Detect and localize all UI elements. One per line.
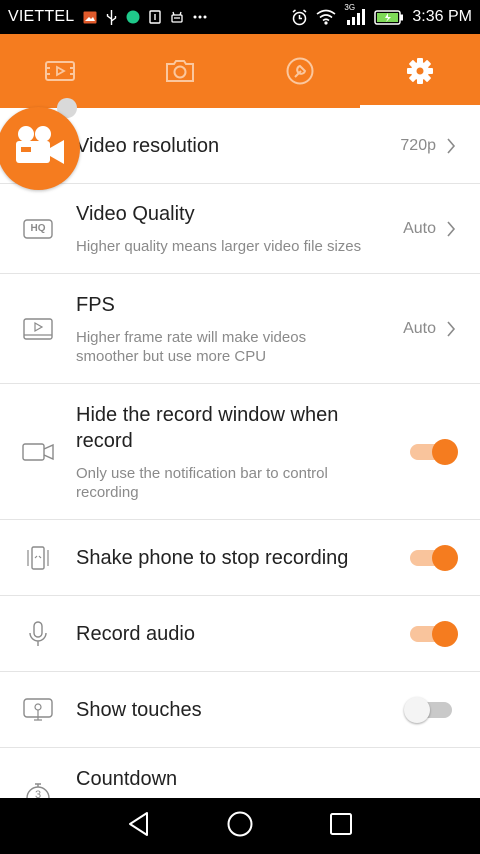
video-list-icon [44, 59, 76, 83]
hq-icon: HQ [22, 213, 54, 245]
setting-value: Auto [403, 220, 456, 238]
tools-icon [285, 56, 315, 86]
microphone-icon [22, 618, 54, 650]
back-icon[interactable] [127, 811, 151, 842]
setting-title: Shake phone to stop recording [76, 546, 349, 569]
more-icon [193, 15, 207, 19]
shake-toggle[interactable] [410, 544, 458, 571]
settings-tab[interactable] [360, 34, 480, 108]
setting-value: Auto [403, 320, 456, 338]
alarm-icon [291, 8, 308, 26]
setting-value-text: Auto [403, 219, 436, 237]
usb-icon [106, 9, 117, 25]
setting-description: Higher quality means larger video file s… [76, 238, 362, 255]
setting-hide-record-window[interactable]: Hide the record window when record Only … [0, 384, 480, 520]
chevron-right-icon [447, 220, 456, 237]
setting-title: Show touches [76, 698, 202, 721]
android-icon [170, 10, 184, 24]
setting-title: Video Quality [76, 203, 195, 225]
navigation-bar [0, 798, 480, 854]
recent-apps-icon[interactable] [329, 812, 353, 841]
wifi-icon [316, 9, 336, 25]
carrier-name: VIETTEL [8, 8, 75, 25]
show-touches-toggle[interactable] [404, 696, 452, 723]
hq-icon-label: HQ [30, 223, 46, 234]
chevron-right-icon [447, 137, 456, 154]
status-clock: 3:36 PM [412, 8, 472, 25]
photo-tab[interactable] [120, 34, 240, 108]
setting-value: 720p [400, 137, 456, 155]
toggle-knob [432, 438, 458, 465]
sim-icon [149, 10, 162, 24]
setting-title: Video resolution [76, 134, 220, 157]
network-type: 3G [344, 3, 356, 12]
video-tab[interactable] [0, 34, 120, 108]
toggle-knob [404, 696, 430, 723]
setting-countdown[interactable]: 3 Countdown 3s [0, 748, 480, 798]
setting-value-text: 720p [400, 136, 436, 154]
timer-icon-label: 3 [34, 789, 42, 798]
setting-fps[interactable]: FPS Higher frame rate will make videos s… [0, 274, 480, 384]
app-icon [126, 10, 140, 24]
setting-title: FPS [76, 293, 115, 316]
image-icon [83, 11, 97, 24]
setting-show-touches[interactable]: Show touches [0, 672, 480, 748]
setting-description: Only use the notification bar to control… [76, 464, 328, 501]
touch-icon [22, 694, 54, 726]
gear-icon [406, 57, 434, 85]
video-camera-icon [12, 124, 66, 173]
setting-record-audio[interactable]: Record audio [0, 596, 480, 672]
battery-icon [374, 9, 404, 25]
setting-title: Countdown [76, 768, 178, 790]
toggle-knob [432, 544, 458, 571]
setting-title: Record audio [76, 622, 195, 645]
settings-list: Video resolution 720p HQ Video Quality H… [0, 108, 480, 798]
toggle-knob [432, 620, 458, 647]
floating-record-button[interactable] [0, 107, 80, 190]
video-camera-icon [22, 436, 54, 468]
setting-value-text: Auto [403, 319, 436, 337]
signal-icon: 3G [344, 3, 366, 25]
tools-tab[interactable] [240, 34, 360, 108]
top-tab-bar [0, 34, 480, 108]
timer-icon: 3 [22, 780, 54, 798]
setting-title: Hide the record window when record [76, 403, 339, 452]
home-icon[interactable] [226, 810, 254, 843]
camera-icon [164, 58, 196, 84]
setting-description: Higher frame rate will make videos smoot… [76, 328, 307, 365]
record-audio-toggle[interactable] [410, 620, 458, 647]
setting-shake-to-stop[interactable]: Shake phone to stop recording [0, 520, 480, 596]
video-frame-icon [22, 313, 54, 345]
chevron-right-icon [447, 320, 456, 337]
setting-video-quality[interactable]: HQ Video Quality Higher quality means la… [0, 184, 480, 274]
shake-phone-icon [22, 542, 54, 574]
hide-window-toggle[interactable] [410, 438, 458, 465]
status-bar: VIETTEL 3G 3:36 PM [0, 0, 480, 34]
